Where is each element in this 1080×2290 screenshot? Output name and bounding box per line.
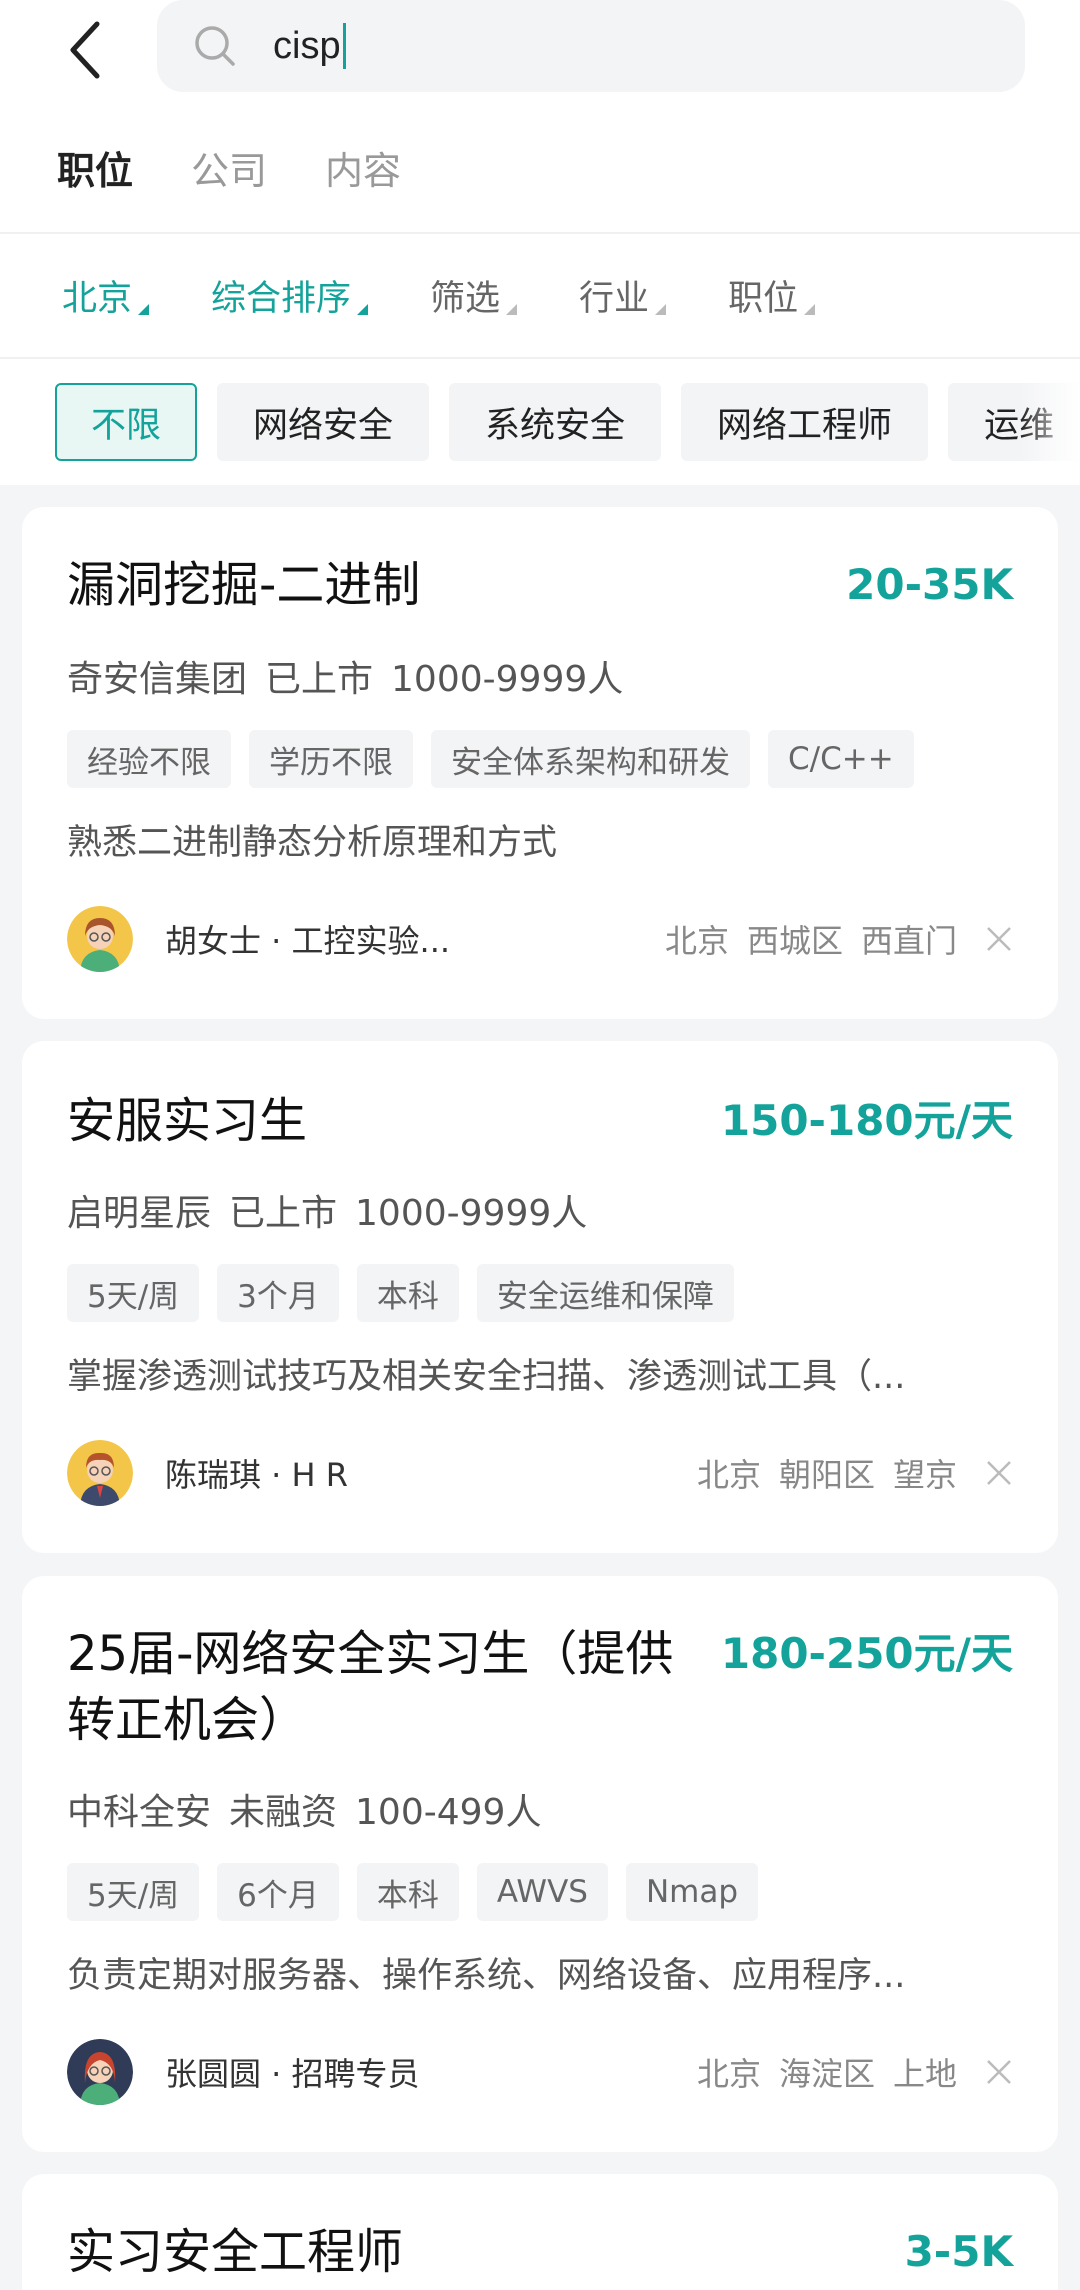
company-stage: 已上市 bbox=[265, 659, 374, 700]
job-tags: 5天/周 3个月 本科 安全运维和保障 bbox=[67, 1264, 752, 1322]
dropdown-triangle-icon bbox=[655, 304, 667, 315]
job-card[interactable]: 25届-网络安全实习生（提供转正机会） 180-250元/天 中科全安 未融资 10… bbox=[22, 1576, 1058, 2152]
job-salary: 20-35K bbox=[846, 560, 1013, 609]
filter-sort[interactable]: 综合排序 bbox=[211, 270, 369, 321]
job-description: 熟悉二进制静态分析原理和方式 bbox=[67, 823, 558, 863]
chips-fade bbox=[1020, 383, 1080, 461]
recruiter-row: 张圆圆 · 招聘专员 北京 海淀区 上地 bbox=[67, 2039, 1013, 2105]
job-tag: Nmap bbox=[625, 1863, 759, 1921]
filter-city[interactable]: 北京 bbox=[62, 270, 150, 321]
tab-content[interactable]: 内容 bbox=[325, 140, 401, 195]
divider bbox=[0, 357, 1080, 359]
company-info: 启明星辰 已上市 1000-9999人 bbox=[67, 1184, 605, 1236]
dropdown-triangle-icon bbox=[138, 304, 150, 315]
job-salary: 150-180元/天 bbox=[720, 1096, 1013, 1145]
dropdown-triangle-icon bbox=[804, 304, 816, 315]
job-title: 漏洞挖掘-二进制 bbox=[67, 557, 421, 613]
header: cisp 职位 公司 内容 北京 综合排序 筛选 行业 职位 不限 网络安全 系… bbox=[0, 0, 1080, 485]
dropdown-triangle-icon bbox=[357, 304, 369, 315]
avatar bbox=[67, 906, 133, 972]
job-card[interactable]: 安服实习生 150-180元/天 启明星辰 已上市 1000-9999人 5天/周 … bbox=[22, 1041, 1058, 1553]
job-tag: 学历不限 bbox=[249, 730, 413, 788]
company-name: 中科全安 bbox=[67, 1792, 212, 1833]
job-card[interactable]: 漏洞挖掘-二进制 20-35K 奇安信集团 已上市 1000-9999人 经验不限 … bbox=[22, 507, 1058, 1019]
back-button[interactable] bbox=[50, 10, 120, 90]
company-name: 启明星辰 bbox=[67, 1193, 212, 1234]
job-tags: 5天/周 6个月 本科 AWVS Nmap bbox=[67, 1863, 776, 1921]
recruiter-row: 胡女士 · 工控实验... 北京 西城区 西直门 bbox=[67, 906, 1013, 972]
job-salary: 180-250元/天 bbox=[720, 1629, 1013, 1678]
company-info: 奇安信集团 已上市 1000-9999人 bbox=[67, 650, 641, 702]
filter-industry[interactable]: 行业 bbox=[579, 270, 667, 321]
job-location: 北京 海淀区 上地 bbox=[696, 2055, 957, 2093]
company-size: 100-499人 bbox=[355, 1792, 542, 1833]
recruiter-name: 张圆圆 · 招聘专员 bbox=[165, 2055, 420, 2093]
close-icon[interactable] bbox=[985, 1459, 1013, 1487]
result-tabs: 职位 公司 内容 bbox=[57, 140, 459, 195]
job-title: 安服实习生 bbox=[67, 1093, 308, 1149]
search-query: cisp bbox=[273, 24, 341, 67]
job-card[interactable]: 实习安全工程师 3-5K bbox=[22, 2174, 1058, 2290]
job-tag: 安全运维和保障 bbox=[476, 1264, 734, 1322]
job-tag: 3个月 bbox=[217, 1264, 339, 1322]
job-tag: 6个月 bbox=[217, 1863, 339, 1921]
job-description: 掌握渗透测试技巧及相关安全扫描、渗透测试工具（... bbox=[67, 1357, 906, 1397]
job-title: 25届-网络安全实习生（提供转正机会） bbox=[67, 1626, 674, 1748]
filter-position[interactable]: 职位 bbox=[728, 270, 816, 321]
close-icon[interactable] bbox=[985, 2058, 1013, 2086]
job-tag: 5天/周 bbox=[67, 1264, 200, 1322]
filter-screen[interactable]: 筛选 bbox=[430, 270, 518, 321]
search-input[interactable]: cisp bbox=[157, 0, 1025, 92]
text-caret bbox=[342, 23, 346, 69]
job-tag: 安全体系架构和研发 bbox=[431, 730, 750, 788]
job-salary: 3-5K bbox=[904, 2227, 1013, 2276]
recruiter-row: 陈瑞琪 · H R 北京 朝阳区 望京 bbox=[67, 1440, 1013, 1506]
job-tag: AWVS bbox=[476, 1863, 608, 1921]
recruiter-name: 陈瑞琪 · H R bbox=[165, 1456, 348, 1494]
company-size: 1000-9999人 bbox=[391, 659, 624, 700]
chip-network-engineer[interactable]: 网络工程师 bbox=[681, 383, 929, 461]
job-tag: 5天/周 bbox=[67, 1863, 200, 1921]
avatar bbox=[67, 1440, 133, 1506]
job-tag: 本科 bbox=[356, 1264, 459, 1322]
job-title: 实习安全工程师 bbox=[67, 2224, 404, 2280]
job-tag: 经验不限 bbox=[67, 730, 231, 788]
job-tags: 经验不限 学历不限 安全体系架构和研发 C/C++ bbox=[67, 730, 932, 788]
company-info: 中科全安 未融资 100-499人 bbox=[67, 1783, 559, 1835]
company-stage: 已上市 bbox=[229, 1193, 338, 1234]
company-stage: 未融资 bbox=[229, 1792, 338, 1833]
dropdown-triangle-icon bbox=[506, 304, 518, 315]
job-location: 北京 西城区 西直门 bbox=[664, 922, 957, 960]
company-name: 奇安信集团 bbox=[67, 659, 248, 700]
tab-companies[interactable]: 公司 bbox=[191, 140, 267, 195]
search-icon bbox=[191, 22, 239, 70]
category-chips: 不限 网络安全 系统安全 网络工程师 运维 bbox=[55, 383, 1080, 461]
avatar bbox=[67, 2039, 133, 2105]
company-size: 1000-9999人 bbox=[355, 1193, 588, 1234]
chip-unlimited[interactable]: 不限 bbox=[55, 383, 198, 461]
close-icon[interactable] bbox=[985, 925, 1013, 953]
recruiter-name: 胡女士 · 工控实验... bbox=[165, 922, 451, 960]
tab-jobs[interactable]: 职位 bbox=[57, 140, 133, 195]
chip-network-security[interactable]: 网络安全 bbox=[217, 383, 430, 461]
back-arrow-icon bbox=[70, 21, 100, 79]
chip-system-security[interactable]: 系统安全 bbox=[449, 383, 662, 461]
filter-bar: 北京 综合排序 筛选 行业 职位 bbox=[62, 270, 877, 321]
job-tag: 本科 bbox=[356, 1863, 459, 1921]
job-location: 北京 朝阳区 望京 bbox=[696, 1456, 957, 1494]
job-tag: C/C++ bbox=[768, 730, 914, 788]
job-description: 负责定期对服务器、操作系统、网络设备、应用程序... bbox=[67, 1956, 906, 1996]
divider bbox=[0, 232, 1080, 234]
